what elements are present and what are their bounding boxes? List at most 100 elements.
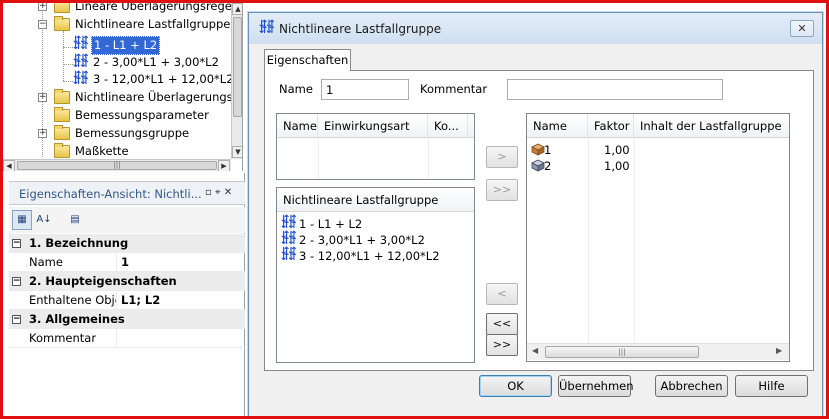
group-content-list[interactable]: Name Faktor Inhalt der Lastfallgruppe 1 … [526,113,790,362]
tree-item[interactable]: + Nichtlineare Überlagerungsre [38,89,242,106]
load-case-group-list[interactable]: Nichtlineare Lastfallgruppe ⇵⇵ ⇵⇵ 1 - L1 … [276,187,475,363]
dialog-client: Eigenschaften Name Kommentar Name Einwir… [257,44,814,375]
properties-title: Eigenschaften-Ansicht: Nichtli... [19,187,202,201]
name-label: Name [279,82,313,96]
collapse-icon[interactable]: − [38,20,47,29]
scroll-up-icon[interactable]: ▲ [232,3,242,15]
categorized-view-icon[interactable]: ▦ [12,210,32,230]
list-header: Name Einwirkungsart Ko... [277,114,474,138]
add-all-button[interactable]: >> [486,179,518,201]
dialog-titlebar[interactable]: ⇵⇵ ⇵⇵ Nichtlineare Lastfallgruppe ✕ [249,13,822,44]
list-horizontal-scrollbar[interactable]: ◀ ||| ▶ [527,343,789,360]
object-tree[interactable]: + Lineare Überlagerungsregel − Nichtline… [3,3,243,171]
tree-item-label: Nichtlineare Lastfallgruppe [75,17,231,31]
folder-icon [54,89,70,104]
property-pages-icon[interactable]: ▤ [65,210,85,230]
tree-horizontal-scrollbar[interactable]: ◀ ||| ▶ [3,159,231,171]
load-case-box-icon [531,143,545,156]
tree-item-label: 3 - 12,00*L1 + 12,00*L2 [93,72,234,86]
tree-item-selected[interactable]: ⇵⇵ ⇵⇵ 1 - L1 + L2 [73,35,233,55]
scroll-right-icon[interactable]: ▶ [776,346,782,355]
apply-button[interactable]: Übernehmen [558,375,634,397]
help-button[interactable]: Hilfe [735,375,808,397]
scroll-down-icon[interactable]: ▼ [232,146,242,158]
tree-vertical-scrollbar[interactable]: ▲ ▼ [231,3,242,159]
remove-all-button[interactable]: << [486,313,518,335]
tree-item-label: Bemessungsgruppe [75,126,190,140]
move-all-right-button[interactable]: >> [486,334,518,356]
list-header: Nichtlineare Lastfallgruppe [277,188,474,212]
expand-icon[interactable]: + [38,3,47,11]
scroll-thumb[interactable] [233,17,242,117]
scroll-thumb[interactable]: ||| [545,346,699,358]
category-allgemeines[interactable]: − 3. Allgemeines [9,310,245,329]
close-button[interactable]: ✕ [790,20,814,37]
folder-icon [54,143,70,158]
scroll-right-icon[interactable]: ▶ [218,160,230,171]
ok-button[interactable]: OK [479,375,552,397]
tree-item-label: 1 - L1 + L2 [91,36,161,55]
tree-item[interactable]: Bemessungsparameter [38,107,233,124]
column-header-name[interactable]: Name [527,114,588,138]
column-divider [428,138,429,179]
table-row[interactable]: 2 1,00 [531,158,785,174]
dialog-title: Nichtlineare Lastfallgruppe [279,22,442,36]
expand-icon[interactable]: + [38,93,47,102]
row-name: 1 [544,143,552,157]
column-header-content[interactable]: Inhalt der Lastfallgruppe [634,114,789,138]
load-case-group-dialog: ⇵⇵ ⇵⇵ Nichtlineare Lastfallgruppe ✕ Eigen… [248,12,823,417]
load-case-list[interactable]: Name Einwirkungsart Ko... [276,113,475,180]
collapse-icon[interactable]: − [12,239,21,248]
comment-label: Kommentar [420,82,488,96]
add-button[interactable]: > [486,146,518,168]
column-divider [318,138,319,179]
remove-button[interactable]: < [486,283,518,305]
collapse-icon[interactable]: − [12,315,21,324]
cancel-button[interactable]: Abbrechen [655,375,728,397]
property-value[interactable]: L1; L2 [121,291,160,310]
scroll-left-icon[interactable]: ◀ [3,160,15,171]
name-input[interactable] [321,79,409,100]
property-row-comment[interactable]: Kommentar [9,329,245,348]
scroll-thumb[interactable]: ||| [17,161,217,170]
folder-icon [54,3,70,13]
list-header: Name Faktor Inhalt der Lastfallgruppe [527,114,789,138]
properties-panel: Eigenschaften-Ansicht: Nichtli... ▫ ⌖ ✕ … [3,173,245,416]
column-header-einwirkungsart[interactable]: Einwirkungsart [318,114,428,138]
tree-item[interactable]: − Nichtlineare Lastfallgruppe [38,16,233,33]
property-row-contained-objects[interactable]: Enthaltene Obje L1; L2 [9,291,245,310]
category-bezeichnung[interactable]: − 1. Bezeichnung [9,234,245,253]
collapse-icon[interactable]: − [12,277,21,286]
load-case-icon: ⇵⇵ ⇵⇵ [73,35,89,52]
scroll-left-icon[interactable]: ◀ [532,346,538,355]
property-value[interactable]: 1 [121,253,129,272]
expand-icon[interactable]: + [38,129,47,138]
folder-icon [54,107,70,122]
property-row-name[interactable]: Name 1 [9,253,245,272]
category-haupteigenschaften[interactable]: − 2. Haupteigenschaften [9,272,245,291]
tree-item-label: Lineare Überlagerungsregel [75,3,236,13]
panel-window-controls-icon[interactable]: ▫ ⌖ ✕ [205,187,232,198]
load-case-icon: ⇵⇵ ⇵⇵ [259,19,275,36]
tab-eigenschaften[interactable]: Eigenschaften [264,49,351,71]
tree-item[interactable]: ⇵⇵ ⇵⇵ 3 - 12,00*L1 + 12,00*L2 [73,71,234,88]
tree-item[interactable]: Maßkette [38,143,233,160]
property-name: Name [29,253,117,272]
tree-item-label: 2 - 3,00*L1 + 3,00*L2 [93,55,219,69]
column-header-factor[interactable]: Faktor [588,114,634,138]
tree-line [63,47,73,48]
sort-alphabetical-icon[interactable]: A↓ [34,210,54,230]
property-name: Kommentar [29,329,117,348]
tree-item[interactable]: ⇵⇵ ⇵⇵ 2 - 3,00*L1 + 3,00*L2 [73,54,233,71]
comment-input[interactable] [507,79,723,100]
table-row[interactable]: 1 1,00 [531,142,785,158]
load-case-icon: ⇵⇵ ⇵⇵ [281,230,297,247]
tree-line [63,31,64,81]
property-name: Enthaltene Obje [29,291,117,310]
tree-item[interactable]: + Bemessungsgruppe [38,125,233,142]
column-header-ko[interactable]: Ko... [428,114,468,138]
column-header-name[interactable]: Name [277,114,318,138]
row-factor: 1,00 [604,143,630,157]
tree-item[interactable]: + Lineare Überlagerungsregel [38,3,236,15]
column-header-group[interactable]: Nichtlineare Lastfallgruppe [277,188,474,212]
